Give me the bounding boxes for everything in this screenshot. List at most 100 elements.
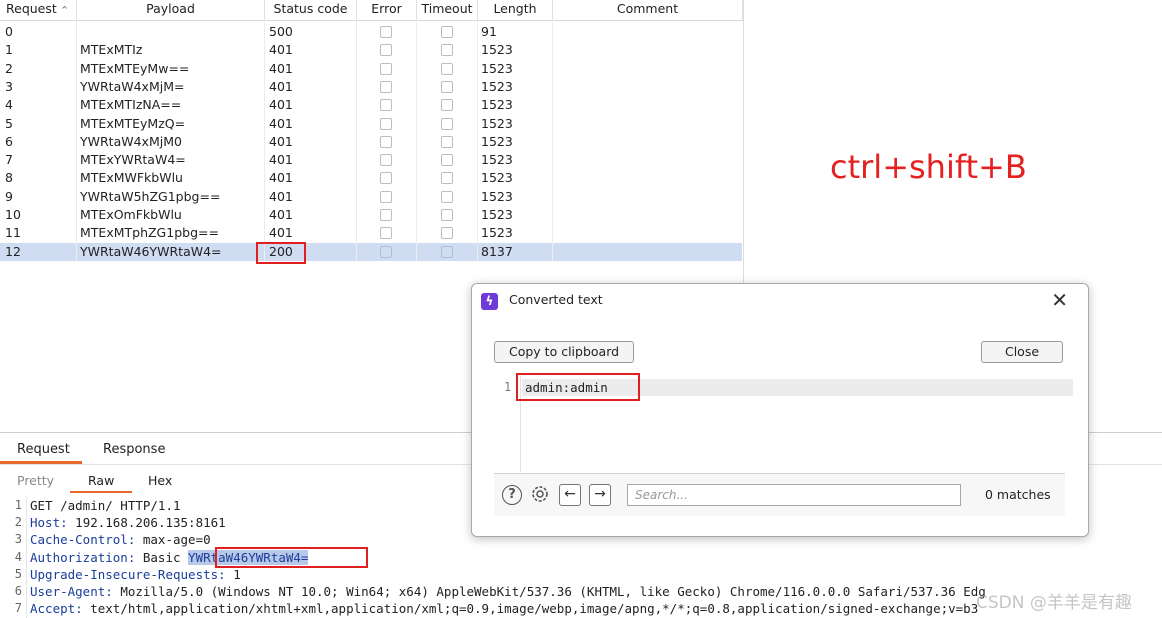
cell-status: 401 [269, 97, 293, 113]
table-row[interactable]: 12 YWRtaW46YWRtaW4= 200 8137 [0, 242, 742, 261]
request-line: Accept: text/html,application/xhtml+xml,… [30, 600, 978, 617]
header-value: Mozilla/5.0 (Windows NT 10.0; Win64; x64… [112, 584, 986, 599]
line-number: 6 [14, 584, 22, 598]
col-comment[interactable]: Comment [553, 0, 743, 20]
error-checkbox [380, 99, 392, 112]
col-status-label: Status code [273, 1, 348, 16]
sort-ascending-icon: ⌃ [60, 4, 70, 17]
table-row[interactable]: 8 MTExMWFkbWlu 401 1523 [0, 169, 742, 187]
auth-highlight-box [215, 547, 368, 568]
cell-status: 401 [269, 78, 293, 94]
cell-request: 8 [5, 170, 13, 186]
col-comment-label: Comment [616, 1, 679, 16]
help-icon[interactable]: ? [502, 485, 522, 505]
request-line: GET /admin/ HTTP/1.1 [30, 497, 181, 514]
header-value: max-age=0 [135, 532, 211, 548]
cell-payload: YWRtaW5hZG1pbg== [80, 188, 221, 204]
search-input[interactable]: Search... [627, 484, 961, 506]
gear-icon[interactable] [529, 483, 551, 508]
line-number: 1 [14, 498, 22, 512]
cell-request: 10 [5, 207, 21, 222]
timeout-checkbox [441, 80, 453, 93]
header-key: Accept: [30, 601, 83, 617]
match-count: 0 matches [985, 487, 1051, 502]
subtab-pretty[interactable]: Pretty [17, 471, 54, 491]
col-error[interactable]: Error [357, 0, 417, 20]
cell-status: 401 [269, 60, 293, 76]
col-timeout[interactable]: Timeout [417, 0, 478, 20]
cell-status: 401 [269, 133, 293, 149]
cell-length: 1523 [481, 97, 513, 113]
timeout-checkbox [441, 172, 453, 185]
close-button[interactable]: Close [981, 341, 1063, 363]
line-number: 5 [14, 566, 22, 581]
table-row[interactable]: 3 YWRtaW4xMjM= 401 1523 [0, 78, 742, 96]
col-length[interactable]: Length [478, 0, 553, 20]
cell-length: 1523 [481, 207, 513, 222]
cell-payload: MTExMTphZG1pbg== [80, 225, 219, 241]
column-divider [552, 20, 553, 261]
timeout-checkbox [441, 227, 453, 240]
converted-text-dialog: ϟ Converted text ✕ Copy to clipboard Clo… [471, 283, 1089, 537]
error-checkbox [380, 117, 392, 130]
table-row[interactable]: 11 MTExMTphZG1pbg== 401 1523 [0, 224, 742, 242]
cell-request: 11 [5, 225, 21, 241]
tab-request[interactable]: Request [17, 439, 70, 461]
cell-status: 401 [269, 115, 293, 131]
request-line: User-Agent: Mozilla/5.0 (Windows NT 10.0… [30, 583, 986, 600]
request-line: Cache-Control: max-age=0 [30, 531, 211, 548]
table-row[interactable]: 2 MTExMTEyMw== 401 1523 [0, 60, 742, 78]
cell-length: 1523 [481, 225, 513, 241]
cell-request: 7 [5, 152, 13, 168]
col-timeout-label: Timeout [421, 1, 473, 16]
cell-length: 1523 [481, 170, 513, 186]
cell-status: 401 [269, 225, 293, 241]
table-row[interactable]: 0 500 91 [0, 23, 742, 41]
subtab-hex[interactable]: Hex [148, 471, 172, 491]
header-key: Upgrade-Insecure-Requests: [30, 566, 226, 582]
col-status[interactable]: Status code [265, 0, 357, 20]
table-row[interactable]: 9 YWRtaW5hZG1pbg== 401 1523 [0, 188, 742, 206]
active-subtab-indicator [70, 491, 132, 493]
column-divider [76, 20, 77, 261]
table-row[interactable]: 5 MTExMTEyMzQ= 401 1523 [0, 115, 742, 133]
timeout-checkbox [441, 117, 453, 130]
timeout-checkbox [441, 135, 453, 148]
cell-length: 1523 [481, 152, 513, 168]
cell-length: 91 [481, 24, 497, 39]
column-divider [477, 20, 478, 261]
shortcut-annotation: ctrl+shift+B [830, 148, 1027, 186]
table-row[interactable]: 4 MTExMTIzNA== 401 1523 [0, 96, 742, 114]
col-payload[interactable]: Payload [77, 0, 265, 20]
search-next-button[interactable]: → [589, 484, 611, 506]
tab-response[interactable]: Response [103, 439, 165, 461]
cell-status: 401 [269, 152, 293, 168]
column-divider [356, 20, 357, 261]
cell-payload: MTExMWFkbWlu [80, 170, 183, 186]
cell-length: 1523 [481, 188, 513, 204]
header-value: Basic [135, 549, 189, 565]
table-row[interactable]: 6 YWRtaW4xMjM0 401 1523 [0, 133, 742, 151]
watermark: CSDN @羊羊是有趣 [976, 593, 1132, 613]
cell-request: 2 [5, 60, 13, 76]
table-row[interactable]: 10 MTExOmFkbWlu 401 1523 [0, 206, 742, 224]
error-checkbox [380, 135, 392, 148]
column-divider [264, 20, 265, 261]
close-icon[interactable]: ✕ [1051, 288, 1068, 312]
cell-payload: MTExMTIz [80, 42, 143, 58]
table-row[interactable]: 7 MTExYWRtaW4= 401 1523 [0, 151, 742, 169]
cell-payload: MTExMTEyMzQ= [80, 115, 186, 131]
header-value: GET /admin/ HTTP/1.1 [30, 498, 181, 513]
search-previous-button[interactable]: ← [559, 484, 581, 506]
status-highlight-box [256, 242, 306, 264]
cell-payload: YWRtaW46YWRtaW4= [80, 243, 222, 259]
col-request[interactable]: Request ⌃ [0, 0, 77, 20]
subtab-raw[interactable]: Raw [88, 471, 114, 491]
cell-payload: MTExMTEyMw== [80, 60, 190, 76]
cell-status: 500 [269, 24, 293, 39]
col-request-label: Request [6, 1, 57, 16]
error-checkbox [380, 227, 392, 240]
table-row[interactable]: 1 MTExMTIz 401 1523 [0, 41, 742, 59]
burp-logo-icon: ϟ [481, 293, 498, 310]
copy-to-clipboard-button[interactable]: Copy to clipboard [494, 341, 635, 363]
